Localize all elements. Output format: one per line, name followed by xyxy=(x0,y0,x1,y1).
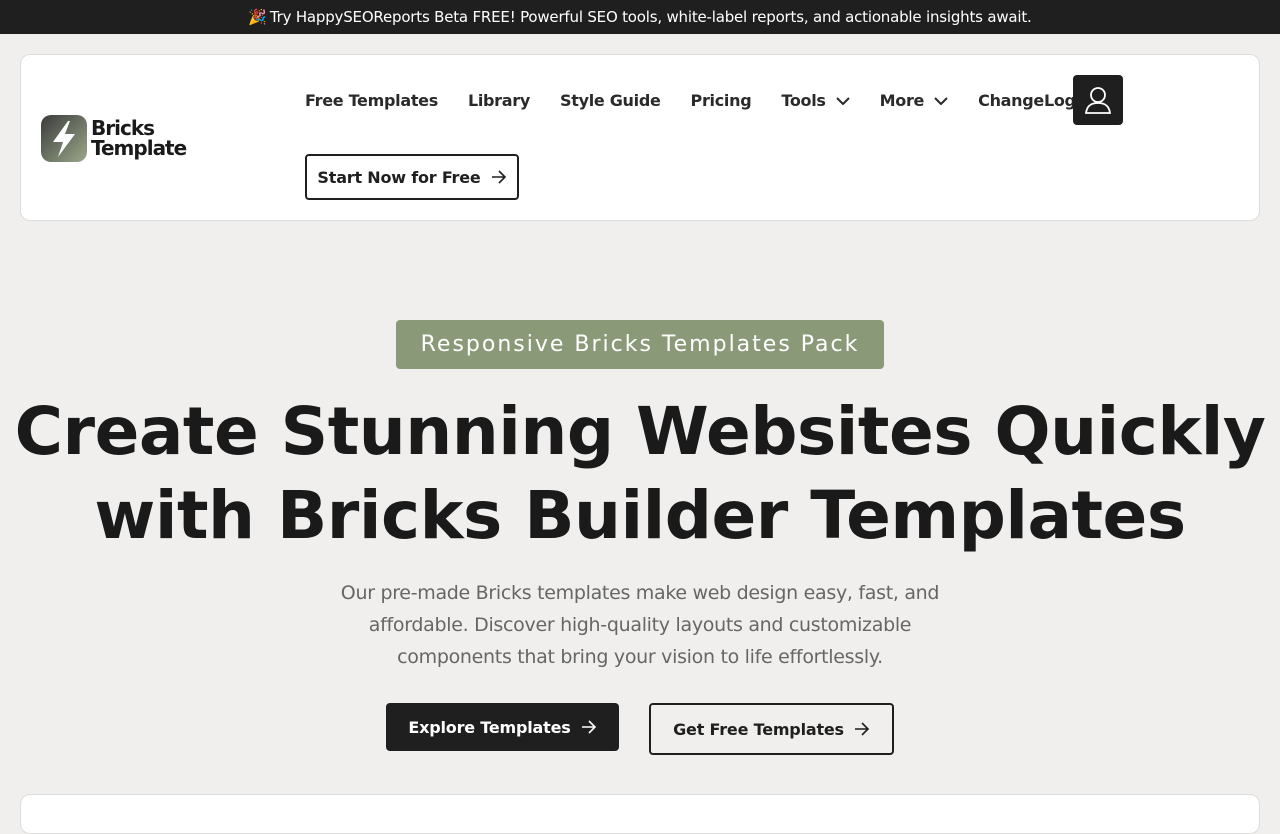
bolt-logo-icon xyxy=(41,114,87,162)
nav-pricing[interactable]: Pricing xyxy=(691,91,752,110)
next-section-card xyxy=(20,794,1260,834)
nav-tools[interactable]: Tools xyxy=(781,91,850,110)
start-now-label: Start Now for Free xyxy=(317,167,481,187)
nav-changelog-label: ChangeLog xyxy=(978,91,1076,110)
main-nav: Free Templates Library Style Guide Prici… xyxy=(305,76,1076,125)
nav-pricing-label: Pricing xyxy=(690,91,752,110)
nav-free-templates[interactable]: Free Templates xyxy=(305,91,438,110)
nav-style-guide[interactable]: Style Guide xyxy=(560,91,661,110)
logo-line-2: Template xyxy=(91,136,187,160)
hero-description: Our pre-made Bricks templates make web d… xyxy=(290,577,990,673)
logo-line-1: Bricks xyxy=(91,116,155,140)
get-free-templates-button[interactable]: Get Free Templates xyxy=(649,703,894,755)
hero-description-line-1: Our pre-made Bricks templates make web d… xyxy=(340,582,940,604)
hero-headline-line-2: with Bricks Builder Templates xyxy=(94,477,1186,554)
hero-headline-line-1: Create Stunning Websites Quickly xyxy=(14,393,1266,470)
nav-free-templates-label: Free Templates xyxy=(305,91,438,110)
hero-headline: Create Stunning Websites Quickly with Br… xyxy=(0,390,1280,558)
nav-library[interactable]: Library xyxy=(468,91,530,110)
chevron-down-icon xyxy=(835,96,850,105)
nav-tools-label: Tools xyxy=(781,91,826,110)
party-popper-icon: 🎉 xyxy=(248,8,267,26)
logo-text: Bricks Template xyxy=(91,116,187,160)
hero-badge: Responsive Bricks Templates Pack xyxy=(396,320,884,369)
explore-templates-button[interactable]: Explore Templates xyxy=(386,703,619,751)
arrow-right-icon xyxy=(491,170,506,184)
user-icon xyxy=(1085,87,1111,114)
logo[interactable]: Bricks Template xyxy=(41,114,193,162)
nav-more-label: More xyxy=(879,91,925,110)
announcement-text[interactable]: Try HappySEOReports Beta FREE! Powerful … xyxy=(270,8,1032,26)
nav-library-label: Library xyxy=(467,91,530,110)
hero-description-line-3: components that bring your vision to lif… xyxy=(397,646,883,668)
explore-templates-label: Explore Templates xyxy=(408,717,571,737)
account-button[interactable] xyxy=(1073,75,1123,125)
arrow-right-icon xyxy=(854,722,870,736)
start-now-button[interactable]: Start Now for Free xyxy=(305,154,519,200)
nav-style-guide-label: Style Guide xyxy=(560,91,661,110)
site-header: Bricks Template Free Templates Library S… xyxy=(20,54,1260,221)
chevron-down-icon xyxy=(934,96,948,105)
nav-more[interactable]: More xyxy=(880,91,948,110)
hero-description-line-2: affordable. Discover high-quality layout… xyxy=(368,614,912,636)
nav-changelog[interactable]: ChangeLog xyxy=(978,91,1076,110)
get-free-templates-label: Get Free Templates xyxy=(673,719,844,739)
announcement-bar[interactable]: 🎉 Try HappySEOReports Beta FREE! Powerfu… xyxy=(0,0,1280,34)
arrow-right-icon xyxy=(581,720,596,734)
